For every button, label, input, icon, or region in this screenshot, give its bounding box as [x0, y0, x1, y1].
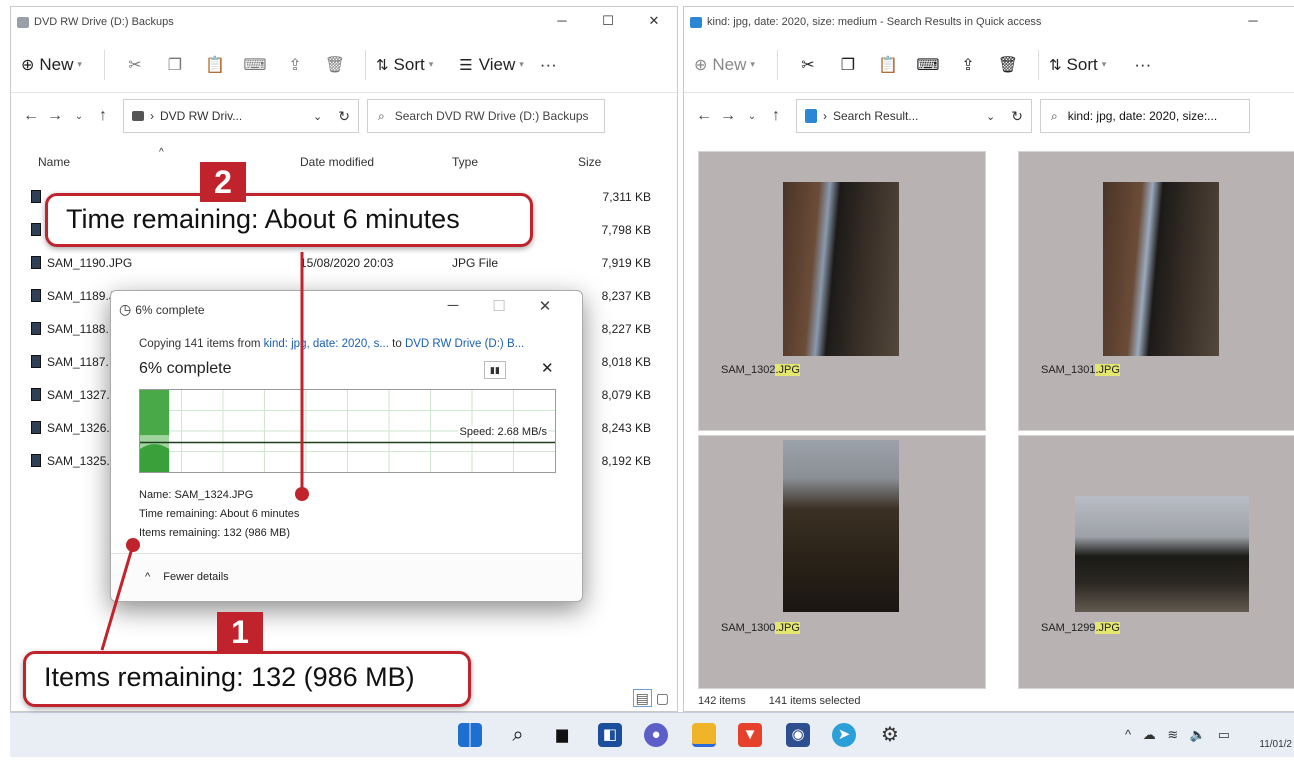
callout-items-remaining: Items remaining: 132 (986 MB) [23, 651, 471, 707]
leader-line-items [100, 544, 135, 651]
leader-dot-time [295, 487, 309, 501]
callout-badge-1: 1 [217, 612, 263, 652]
callout-leader-lines [100, 252, 309, 651]
callout-badge-2: 2 [200, 162, 246, 202]
callout-time-remaining: Time remaining: About 6 minutes [45, 193, 533, 247]
leader-dot-items [126, 538, 140, 552]
